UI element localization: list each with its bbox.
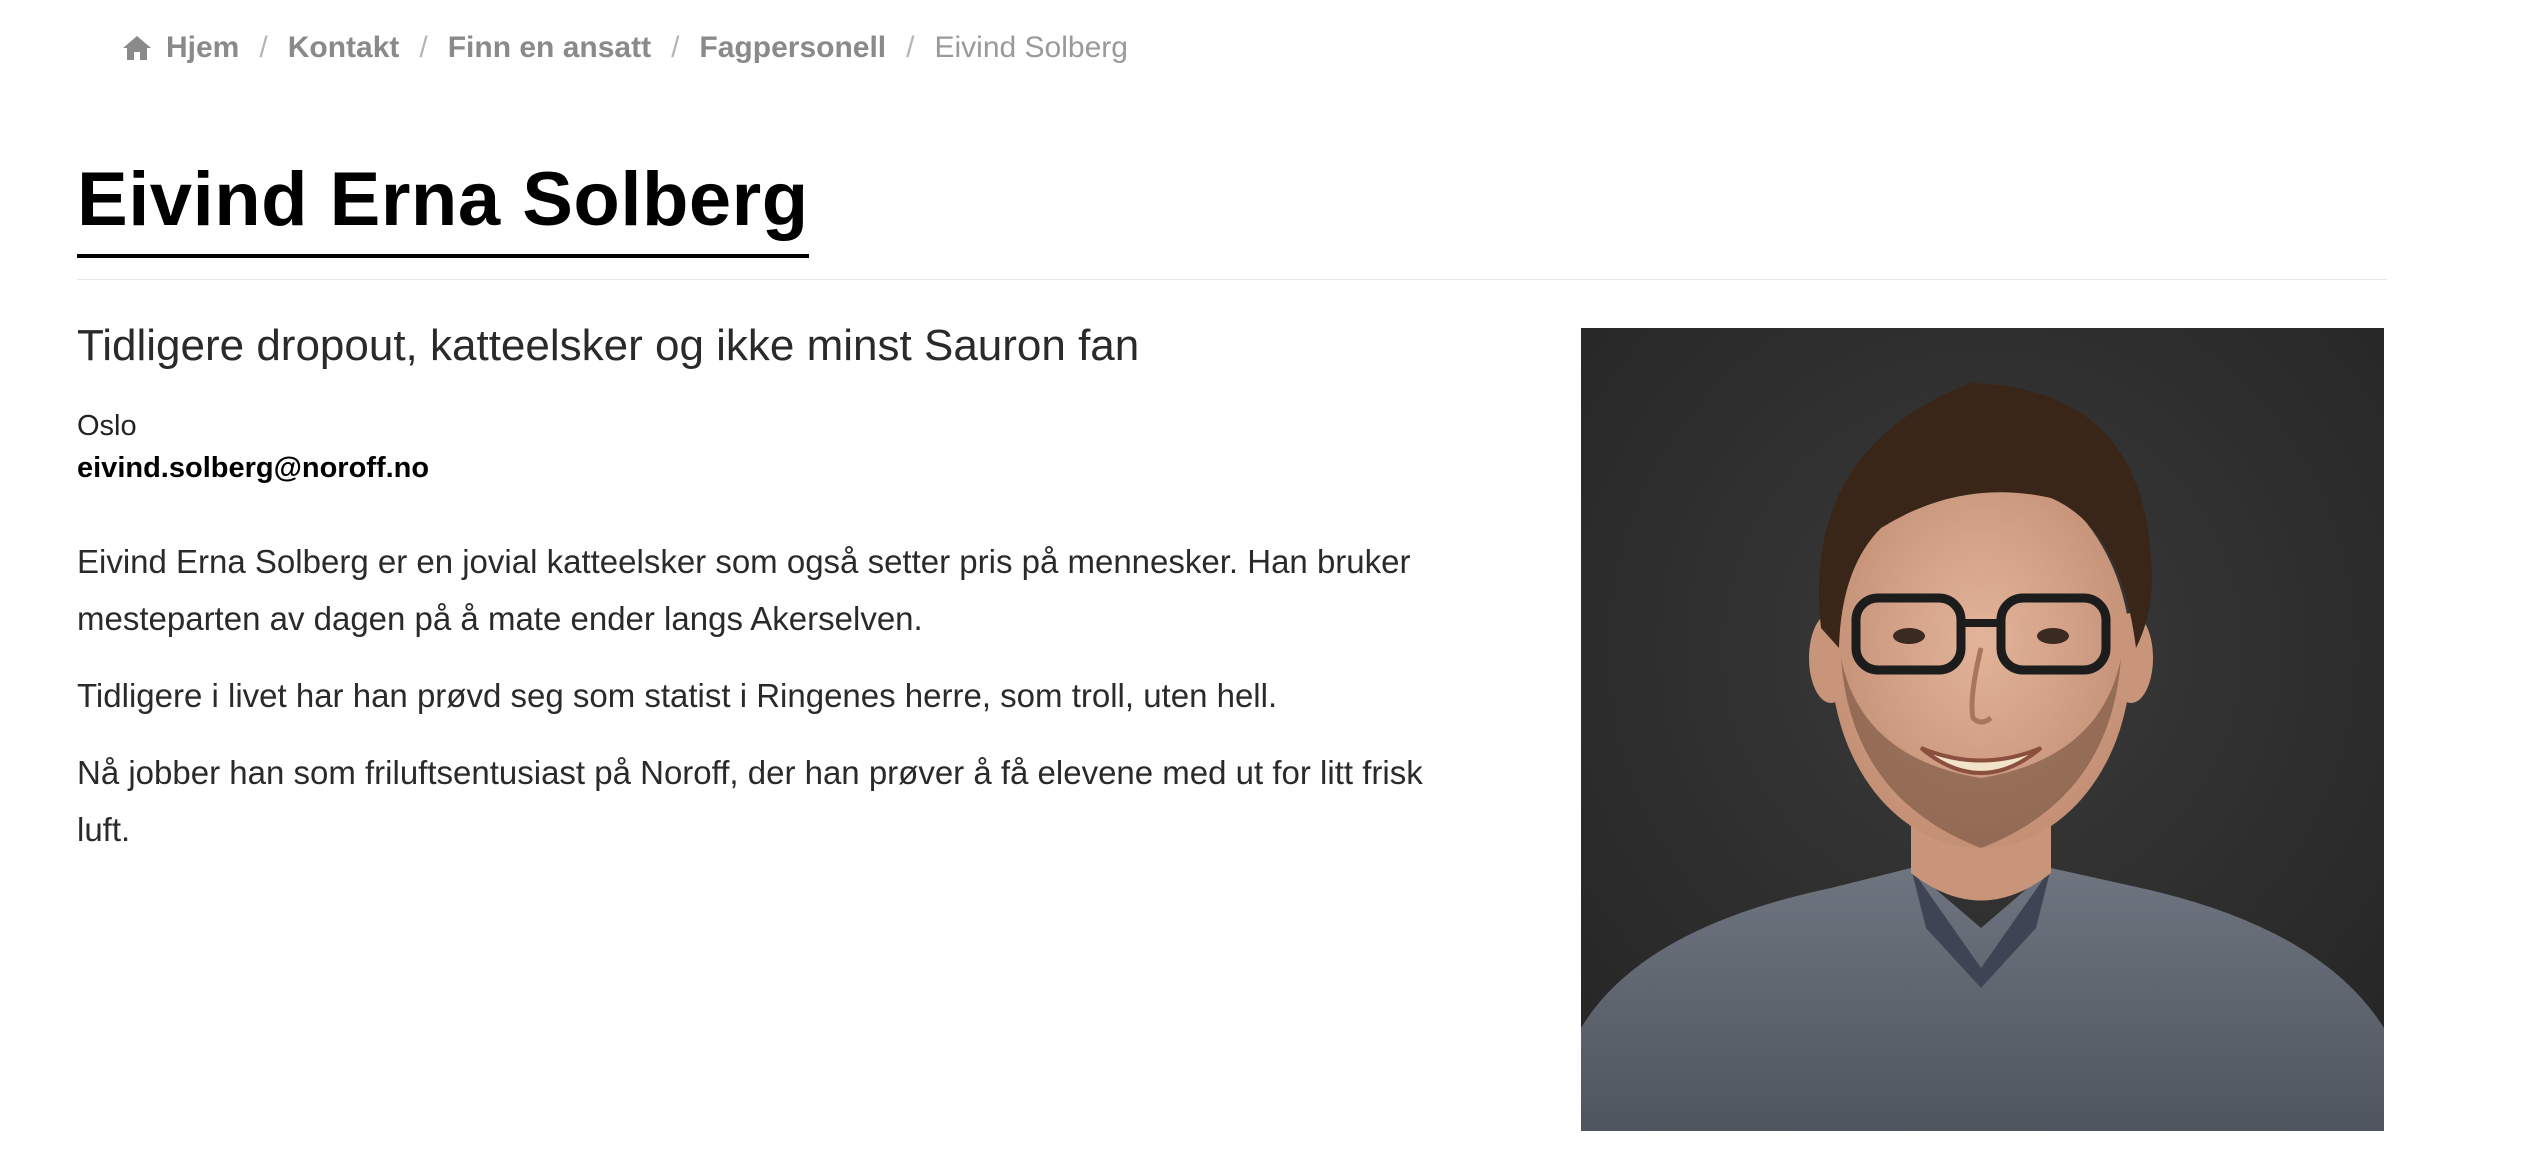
profile-location: Oslo <box>77 409 137 442</box>
breadcrumb: Hjem / Kontakt / Finn en ansatt / Fagper… <box>122 20 1128 76</box>
page-title: Eivind Erna Solberg <box>77 158 809 258</box>
portrait-illustration <box>1581 328 2384 1131</box>
bio-paragraph: Eivind Erna Solberg er en jovial katteel… <box>77 542 1411 637</box>
bio-paragraph: Nå jobber han som friluftsentusiast på N… <box>77 753 1423 848</box>
breadcrumb-separator: / <box>671 31 680 64</box>
breadcrumb-separator: / <box>419 31 428 64</box>
breadcrumb-home-link[interactable]: Hjem <box>122 31 239 65</box>
profile-bio: Eivind Erna Solberg er en jovial katteel… <box>77 533 1457 858</box>
profile-tagline: Tidligere dropout, katteelsker og ikke m… <box>77 321 1140 370</box>
breadcrumb-find-employee-link[interactable]: Finn en ansatt <box>448 31 651 65</box>
title-divider <box>77 279 2387 280</box>
breadcrumb-home-label: Hjem <box>166 31 240 64</box>
breadcrumb-separator: / <box>906 31 915 64</box>
profile-content: Tidligere dropout, katteelsker og ikke m… <box>77 320 1457 878</box>
home-icon <box>123 36 151 60</box>
page-header: Eivind Erna Solberg <box>77 158 2387 258</box>
profile-email-link[interactable]: eivind.solberg@noroff.no <box>77 447 429 489</box>
breadcrumb-professionals-link[interactable]: Fagpersonell <box>699 31 886 65</box>
breadcrumb-separator: / <box>259 31 268 64</box>
profile-photo <box>1581 328 2384 1131</box>
bio-paragraph: Tidligere i livet har han prøvd seg som … <box>77 676 1278 714</box>
breadcrumb-contact-link[interactable]: Kontakt <box>288 31 400 65</box>
breadcrumb-current: Eivind Solberg <box>934 31 1128 64</box>
